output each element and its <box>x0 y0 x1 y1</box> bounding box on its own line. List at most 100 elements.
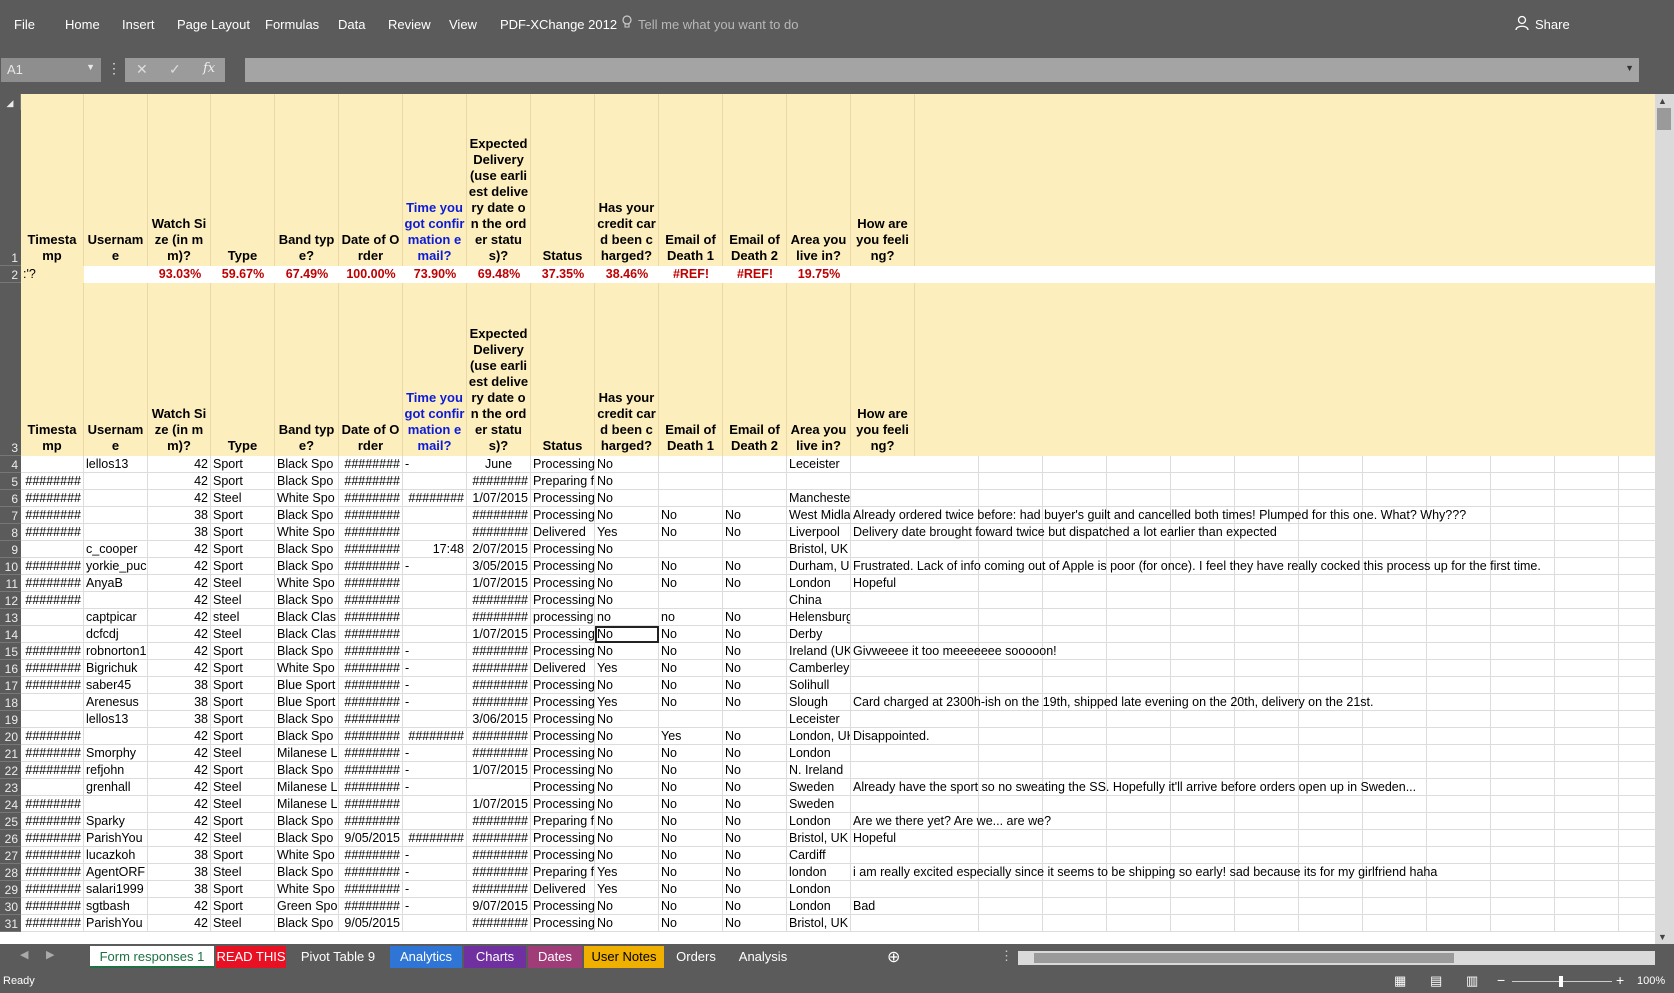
cell-y29[interactable] <box>1555 881 1619 898</box>
cell-n29[interactable] <box>851 881 915 898</box>
cell-r27[interactable] <box>1107 847 1171 864</box>
row2-percent-d[interactable]: 59.67% <box>211 266 275 282</box>
cell-g20[interactable]: ######## <box>403 728 467 745</box>
cell-a12[interactable]: ######## <box>21 592 84 609</box>
cell-e23[interactable]: Milanese L <box>275 779 339 796</box>
cell-r15[interactable] <box>1107 643 1171 660</box>
row3-header-i[interactable]: Status <box>531 283 595 456</box>
cell-j7[interactable]: No <box>595 507 659 524</box>
row1-header-c[interactable]: Watch Size (in mm)? <box>148 94 211 266</box>
cell-l17[interactable]: No <box>723 677 787 694</box>
cell-j27[interactable]: No <box>595 847 659 864</box>
cell-i15[interactable]: Processing <box>531 643 595 660</box>
cell-n4[interactable] <box>851 456 915 473</box>
add-sheet-icon[interactable]: ⊕ <box>887 947 900 967</box>
cell-v13[interactable] <box>1363 609 1427 626</box>
cell-u8[interactable] <box>1299 524 1363 541</box>
cell-b13[interactable]: captpicar <box>84 609 148 626</box>
cell-i16[interactable]: Delivered <box>531 660 595 677</box>
select-all-corner[interactable]: ◢ <box>0 94 21 110</box>
cell-y10[interactable] <box>1555 558 1619 575</box>
cell-y31[interactable] <box>1555 915 1619 932</box>
cell-f29[interactable]: ######## <box>339 881 403 898</box>
cell-o21[interactable] <box>915 745 979 762</box>
cell-u9[interactable] <box>1299 541 1363 558</box>
cell-l15[interactable]: No <box>723 643 787 660</box>
cell-d10[interactable]: Sport <box>211 558 275 575</box>
cell-f18[interactable]: ######## <box>339 694 403 711</box>
cell-l10[interactable]: No <box>723 558 787 575</box>
cell-c12[interactable]: 42 <box>148 592 211 609</box>
cell-u25[interactable] <box>1299 813 1363 830</box>
cell-g24[interactable] <box>403 796 467 813</box>
cell-b8[interactable] <box>84 524 148 541</box>
cell-a21[interactable]: ######## <box>21 745 84 762</box>
cell-j20[interactable]: No <box>595 728 659 745</box>
row-header-11[interactable]: 11 <box>0 575 21 592</box>
cell-o17[interactable] <box>915 677 979 694</box>
cell-e19[interactable]: Black Spo <box>275 711 339 728</box>
cell-s30[interactable] <box>1171 898 1235 915</box>
cell-a20[interactable]: ######## <box>21 728 84 745</box>
row-header-24[interactable]: 24 <box>0 796 21 813</box>
cell-a18[interactable] <box>21 694 84 711</box>
cell-t6[interactable] <box>1235 490 1299 507</box>
cell-v5[interactable] <box>1363 473 1427 490</box>
cell-q13[interactable] <box>1043 609 1107 626</box>
cell-c14[interactable]: 42 <box>148 626 211 643</box>
zoom-in-icon[interactable]: + <box>1616 972 1624 988</box>
cell-l11[interactable]: No <box>723 575 787 592</box>
cell-h9[interactable]: 2/07/2015 <box>467 541 531 558</box>
cell-m28[interactable]: london <box>787 864 851 881</box>
cell-y23[interactable] <box>1555 779 1619 796</box>
cell-a24[interactable]: ######## <box>21 796 84 813</box>
cell-n31[interactable] <box>851 915 915 932</box>
cell-p12[interactable] <box>979 592 1043 609</box>
cell-j26[interactable]: No <box>595 830 659 847</box>
tab-options-icon[interactable]: ⋮ <box>1000 948 1013 964</box>
cell-b28[interactable]: AgentORF <box>84 864 148 881</box>
cell-x16[interactable] <box>1491 660 1555 677</box>
cell-a16[interactable]: ######## <box>21 660 84 677</box>
cell-a25[interactable]: ######## <box>21 813 84 830</box>
cell-d14[interactable]: Steel <box>211 626 275 643</box>
cell-a4[interactable] <box>21 456 84 473</box>
row2-percent-c[interactable]: 93.03% <box>148 266 212 282</box>
horizontal-scrollbar[interactable] <box>1018 951 1655 965</box>
cell-b26[interactable]: ParishYou <box>84 830 148 847</box>
cell-l20[interactable]: No <box>723 728 787 745</box>
cell-h25[interactable]: ######## <box>467 813 531 830</box>
cell-n21[interactable] <box>851 745 915 762</box>
cell-c10[interactable]: 42 <box>148 558 211 575</box>
cell-t26[interactable] <box>1235 830 1299 847</box>
more-options-icon[interactable]: ⋮ <box>107 60 121 77</box>
cell-l25[interactable]: No <box>723 813 787 830</box>
cell-d15[interactable]: Sport <box>211 643 275 660</box>
cell-v15[interactable] <box>1363 643 1427 660</box>
cell-t21[interactable] <box>1235 745 1299 762</box>
cell-f8[interactable]: ######## <box>339 524 403 541</box>
cell-x4[interactable] <box>1491 456 1555 473</box>
cell-e16[interactable]: White Spo <box>275 660 339 677</box>
formula-input[interactable]: ▼ <box>245 58 1639 82</box>
cell-i11[interactable]: Processing <box>531 575 595 592</box>
cell-u12[interactable] <box>1299 592 1363 609</box>
cell-u19[interactable] <box>1299 711 1363 728</box>
cell-f10[interactable]: ######## <box>339 558 403 575</box>
cell-q22[interactable] <box>1043 762 1107 779</box>
cell-o31[interactable] <box>915 915 979 932</box>
cell-c6[interactable]: 42 <box>148 490 211 507</box>
cell-o19[interactable] <box>915 711 979 728</box>
cell-w18[interactable] <box>1427 694 1491 711</box>
cell-n15[interactable]: Givweeee it too meeeeeee sooooon! <box>851 643 1057 660</box>
cell-w6[interactable] <box>1427 490 1491 507</box>
row1-header-d[interactable]: Type <box>211 94 275 266</box>
cell-k26[interactable]: No <box>659 830 723 847</box>
cell-g28[interactable]: - <box>403 864 467 881</box>
cell-l23[interactable]: No <box>723 779 787 796</box>
cell-m15[interactable]: Ireland (UK <box>787 643 851 660</box>
cell-n28[interactable]: i am really excited especially since it … <box>851 864 1437 881</box>
cell-x17[interactable] <box>1491 677 1555 694</box>
cell-t22[interactable] <box>1235 762 1299 779</box>
cell-w25[interactable] <box>1427 813 1491 830</box>
